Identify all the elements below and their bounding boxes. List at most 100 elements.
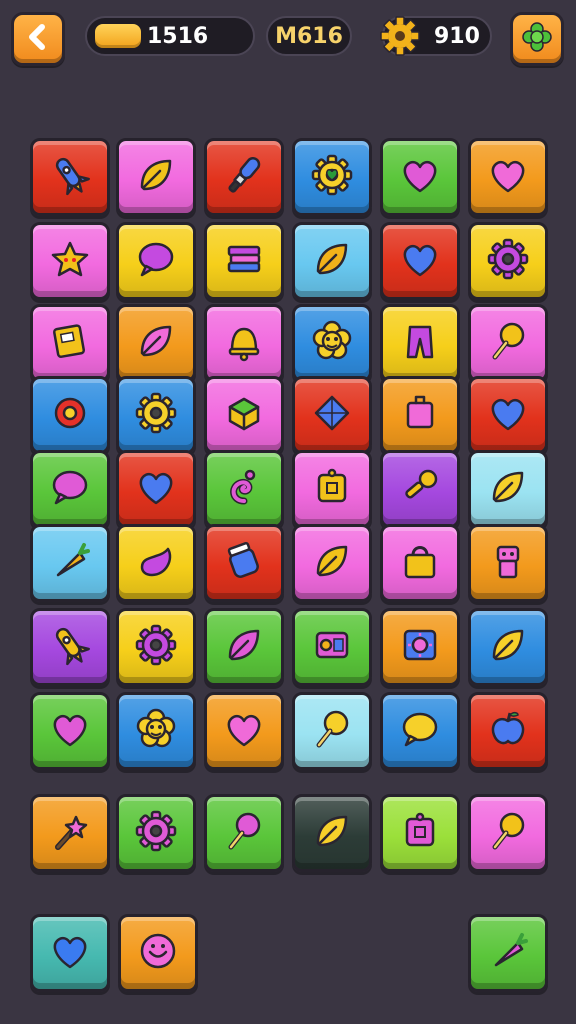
- tile-r2-c4[interactable]: [292, 222, 372, 300]
- tile-r9-c3[interactable]: [204, 794, 284, 872]
- tile-r6-c2[interactable]: [116, 524, 196, 602]
- tile-r5-c6[interactable]: [468, 450, 548, 528]
- tile-r9-c2[interactable]: [116, 794, 196, 872]
- tile-r8-c6[interactable]: [468, 692, 548, 770]
- leaf-icon: [306, 233, 358, 289]
- radio-icon: [306, 619, 358, 675]
- tile-r5-c1[interactable]: [30, 450, 110, 528]
- leaf-icon: [218, 619, 270, 675]
- tray-slot-3[interactable]: [468, 914, 548, 992]
- tile-r8-c1[interactable]: [30, 692, 110, 770]
- tile-r7-c5[interactable]: [380, 608, 460, 686]
- tile-r9-c1[interactable]: [30, 794, 110, 872]
- tile-r6-c1[interactable]: [30, 524, 110, 602]
- tile-r2-c2[interactable]: [116, 222, 196, 300]
- tile-r2-c5[interactable]: [380, 222, 460, 300]
- heart-icon: [394, 149, 446, 205]
- tile-r9-c4[interactable]: [292, 794, 372, 872]
- tile-r2-c6[interactable]: [468, 222, 548, 300]
- tile-r4-c3[interactable]: [204, 376, 284, 454]
- tile-r8-c2[interactable]: [116, 692, 196, 770]
- tray-slot-2[interactable]: [118, 914, 198, 992]
- lollipop-icon: [306, 703, 358, 759]
- ring-icon: [44, 387, 96, 443]
- carrot-icon: [482, 925, 534, 981]
- tray-slot-1[interactable]: [30, 914, 110, 992]
- bell-icon: [218, 315, 270, 371]
- robot-icon: [482, 535, 534, 591]
- tile-r1-c2[interactable]: [116, 138, 196, 216]
- tile-r5-c3[interactable]: [204, 450, 284, 528]
- heart-icon: [482, 149, 534, 205]
- tile-r1-c5[interactable]: [380, 138, 460, 216]
- tile-r1-c1[interactable]: [30, 138, 110, 216]
- tile-r9-c5[interactable]: [380, 794, 460, 872]
- tile-r5-c5[interactable]: [380, 450, 460, 528]
- tile-r3-c5[interactable]: [380, 304, 460, 382]
- bean-icon: [130, 535, 182, 591]
- smile-icon: [132, 925, 184, 981]
- heart-icon: [482, 387, 534, 443]
- tile-r1-c3[interactable]: [204, 138, 284, 216]
- leaf-icon: [306, 805, 358, 861]
- gear-icon: [130, 387, 182, 443]
- swirl-icon: [218, 461, 270, 517]
- tile-r6-c6[interactable]: [468, 524, 548, 602]
- lollipop-icon: [482, 805, 534, 861]
- tile-r2-c1[interactable]: [30, 222, 110, 300]
- tile-r1-c4[interactable]: [292, 138, 372, 216]
- lollipop-icon: [218, 805, 270, 861]
- gem-icon: [306, 387, 358, 443]
- tile-r3-c3[interactable]: [204, 304, 284, 382]
- tile-r5-c2[interactable]: [116, 450, 196, 528]
- flower-icon: [130, 703, 182, 759]
- rocket-icon: [44, 149, 96, 205]
- tile-r8-c3[interactable]: [204, 692, 284, 770]
- tile-r6-c4[interactable]: [292, 524, 372, 602]
- jar-icon: [218, 535, 270, 591]
- star-icon: [44, 233, 96, 289]
- tile-r8-c5[interactable]: [380, 692, 460, 770]
- heart-icon: [218, 703, 270, 759]
- tile-r2-c3[interactable]: [204, 222, 284, 300]
- tile-r7-c6[interactable]: [468, 608, 548, 686]
- gear-icon: [482, 233, 534, 289]
- tile-r4-c1[interactable]: [30, 376, 110, 454]
- tile-r7-c3[interactable]: [204, 608, 284, 686]
- tile-r3-c2[interactable]: [116, 304, 196, 382]
- leaf-icon: [130, 149, 182, 205]
- heart-icon: [394, 233, 446, 289]
- tile-r5-c4[interactable]: [292, 450, 372, 528]
- tile-r4-c2[interactable]: [116, 376, 196, 454]
- brush-icon: [218, 149, 270, 205]
- heart-icon: [44, 703, 96, 759]
- tile-r7-c1[interactable]: [30, 608, 110, 686]
- gear-icon: [130, 619, 182, 675]
- apple-icon: [482, 703, 534, 759]
- lollipop-icon: [482, 315, 534, 371]
- tile-r7-c2[interactable]: [116, 608, 196, 686]
- flower-icon: [306, 315, 358, 371]
- square-icon: [394, 805, 446, 861]
- tile-r6-c3[interactable]: [204, 524, 284, 602]
- tile-r3-c1[interactable]: [30, 304, 110, 382]
- heart-icon: [44, 925, 96, 981]
- tile-r1-c6[interactable]: [468, 138, 548, 216]
- tile-r4-c6[interactable]: [468, 376, 548, 454]
- tile-r4-c4[interactable]: [292, 376, 372, 454]
- leaf-icon: [306, 535, 358, 591]
- tile-r4-c5[interactable]: [380, 376, 460, 454]
- tile-r9-c6[interactable]: [468, 794, 548, 872]
- tile-r8-c4[interactable]: [292, 692, 372, 770]
- books-icon: [218, 233, 270, 289]
- tile-r6-c5[interactable]: [380, 524, 460, 602]
- box-icon: [394, 387, 446, 443]
- leaf-icon: [482, 619, 534, 675]
- tile-r3-c4[interactable]: [292, 304, 372, 382]
- chat-icon: [44, 461, 96, 517]
- tile-r7-c4[interactable]: [292, 608, 372, 686]
- book-icon: [44, 315, 96, 371]
- tile-r3-c6[interactable]: [468, 304, 548, 382]
- square-icon: [306, 461, 358, 517]
- wand-icon: [44, 805, 96, 861]
